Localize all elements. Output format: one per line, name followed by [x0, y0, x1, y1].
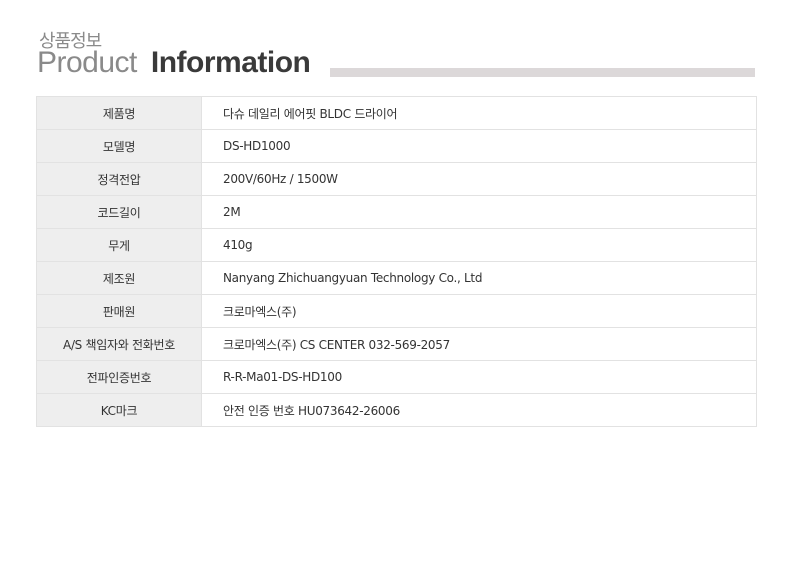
table-row: 코드길이 2M — [36, 195, 757, 229]
row-label: 무게 — [36, 228, 202, 262]
row-label: 정격전압 — [36, 162, 202, 196]
row-label: 전파인증번호 — [36, 360, 202, 394]
row-label: 코드길이 — [36, 195, 202, 229]
row-label: 제품명 — [36, 96, 202, 130]
row-value: 410g — [201, 228, 757, 262]
row-label: 제조원 — [36, 261, 202, 295]
table-row: A/S 책임자와 전화번호 크로마엑스(주) CS CENTER 032-569… — [36, 327, 757, 361]
table-row: 모델명 DS-HD1000 — [36, 129, 757, 163]
table-row: 정격전압 200V/60Hz / 1500W — [36, 162, 757, 196]
row-label: 판매원 — [36, 294, 202, 328]
table-row: 판매원 크로마엑스(주) — [36, 294, 757, 328]
title-divider-bar — [330, 68, 755, 77]
row-value: 2M — [201, 195, 757, 229]
row-label: KC마크 — [36, 393, 202, 427]
row-value: 안전 인증 번호 HU073642-26006 — [201, 393, 757, 427]
row-value: DS-HD1000 — [201, 129, 757, 163]
product-spec-table: 제품명 다슈 데일리 에어핏 BLDC 드라이어 모델명 DS-HD1000 정… — [36, 96, 757, 427]
row-label: A/S 책임자와 전화번호 — [36, 327, 202, 361]
table-row: 제품명 다슈 데일리 에어핏 BLDC 드라이어 — [36, 96, 757, 130]
row-value: 크로마엑스(주) — [201, 294, 757, 328]
section-title: Product Information — [37, 46, 311, 80]
table-row: KC마크 안전 인증 번호 HU073642-26006 — [36, 393, 757, 427]
row-value: 크로마엑스(주) CS CENTER 032-569-2057 — [201, 327, 757, 361]
title-light-text: Product — [37, 46, 137, 79]
row-value: Nanyang Zhichuangyuan Technology Co., Lt… — [201, 261, 757, 295]
row-value: 200V/60Hz / 1500W — [201, 162, 757, 196]
title-bold-text: Information — [150, 46, 311, 79]
table-row: 전파인증번호 R-R-Ma01-DS-HD100 — [36, 360, 757, 394]
table-row: 제조원 Nanyang Zhichuangyuan Technology Co.… — [36, 261, 757, 295]
table-row: 무게 410g — [36, 228, 757, 262]
row-label: 모델명 — [36, 129, 202, 163]
row-value: 다슈 데일리 에어핏 BLDC 드라이어 — [201, 96, 757, 130]
row-value: R-R-Ma01-DS-HD100 — [201, 360, 757, 394]
